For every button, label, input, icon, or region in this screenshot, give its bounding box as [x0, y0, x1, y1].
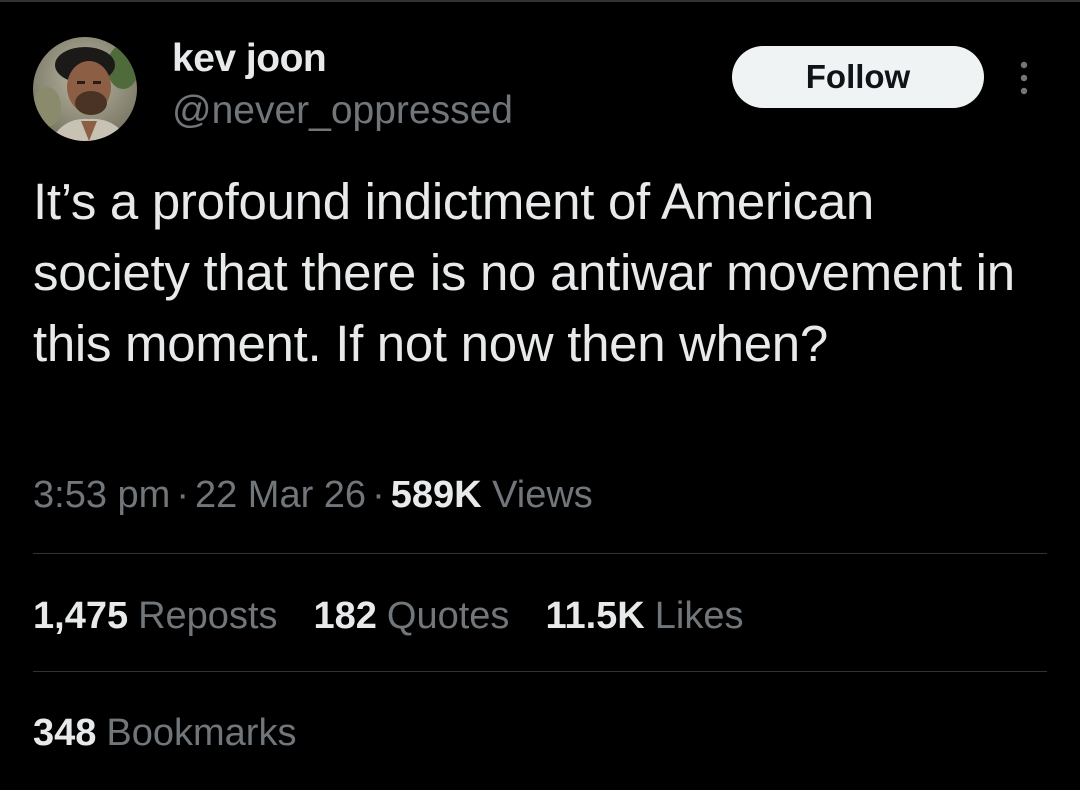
avatar[interactable] — [33, 37, 137, 141]
author-handle[interactable]: @never_oppressed — [172, 88, 513, 134]
separator-dot: · — [176, 474, 189, 516]
likes-stat[interactable]: 11.5K Likes — [545, 591, 743, 641]
author-display-name[interactable]: kev joon — [172, 36, 327, 82]
tweet-date[interactable]: 22 Mar 26 — [195, 474, 366, 516]
profile-photo-icon — [33, 37, 137, 141]
likes-label: Likes — [654, 595, 744, 637]
tweet-time[interactable]: 3:53 pm — [33, 474, 170, 516]
views-label: Views — [492, 474, 593, 516]
divider — [33, 553, 1047, 554]
top-border — [0, 0, 1080, 2]
views-count: 589K — [390, 474, 482, 516]
divider — [33, 671, 1047, 672]
likes-count: 11.5K — [545, 595, 645, 637]
reposts-stat[interactable]: 1,475 Reposts — [33, 591, 278, 641]
tweet-metadata: 3:53 pm · 22 Mar 26 · 589K Views — [33, 470, 593, 520]
separator-dot: · — [372, 474, 385, 516]
quotes-stat[interactable]: 182 Quotes — [314, 591, 510, 641]
bookmarks-stat[interactable]: 348 Bookmarks — [33, 708, 296, 758]
reposts-count: 1,475 — [33, 595, 129, 637]
follow-button[interactable]: Follow — [732, 46, 984, 108]
engagement-stats: 1,475 Reposts 182 Quotes 11.5K Likes — [33, 591, 779, 641]
quotes-label: Quotes — [386, 595, 510, 637]
bookmarks-label: Bookmarks — [106, 712, 297, 754]
bookmarks-count: 348 — [33, 712, 97, 754]
quotes-count: 182 — [313, 595, 377, 637]
tweet-text: It’s a profound indictment of American s… — [33, 173, 1015, 372]
reposts-label: Reposts — [138, 595, 278, 637]
more-vertical-icon[interactable] — [1010, 58, 1038, 98]
